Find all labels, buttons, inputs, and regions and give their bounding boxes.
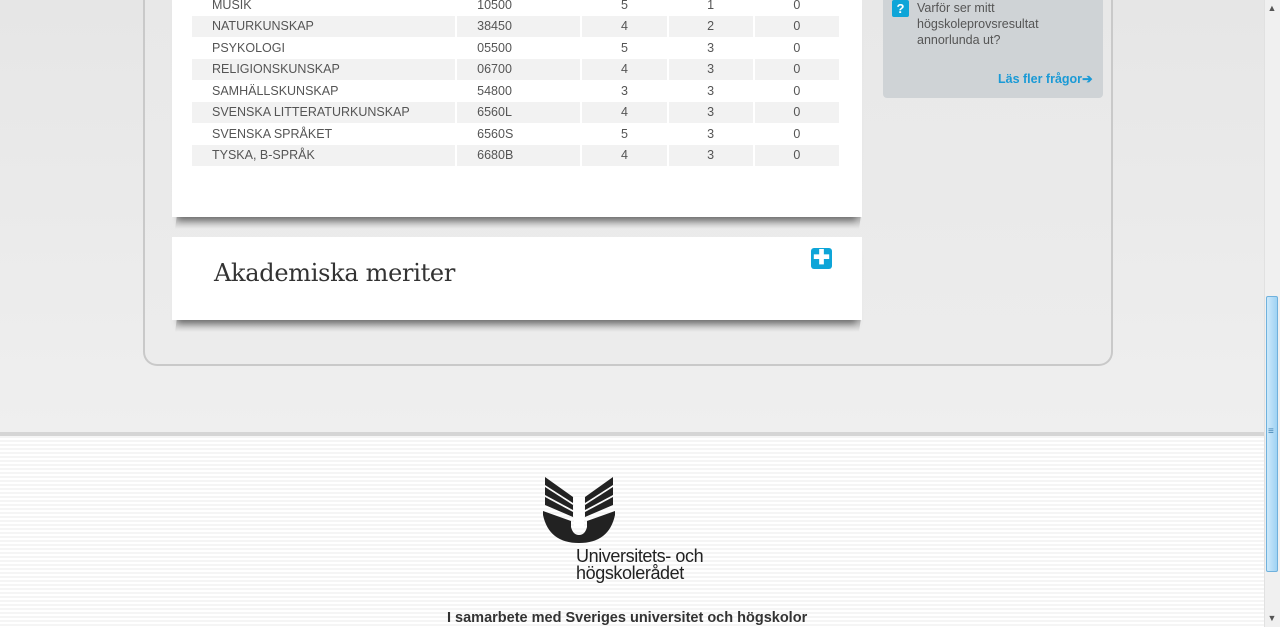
plus-icon[interactable]: ✚ <box>811 248 832 269</box>
more-questions-link[interactable]: Läs fler frågor➔ <box>998 71 1093 86</box>
value-cell: 0 <box>753 37 842 59</box>
code-cell: 6560S <box>456 123 583 145</box>
value-cell: 0 <box>753 0 842 16</box>
value-cell: 5 <box>581 123 669 145</box>
subject-cell: SVENSKA LITTERATURKUNSKAP <box>192 101 458 123</box>
faq-question-link[interactable]: Varför ser mitt högskoleprovsresultat an… <box>917 0 1067 48</box>
value-cell: 3 <box>667 58 755 80</box>
value-cell: 4 <box>581 101 669 123</box>
table-row: SVENSKA LITTERATURKUNSKAP 6560L 4 3 0 <box>192 101 842 123</box>
code-cell: 05500 <box>456 37 583 59</box>
table-row: MUSIK 10500 5 1 0 <box>192 0 842 16</box>
table-row: SVENSKA SPRÅKET 6560S 5 3 0 <box>192 123 842 145</box>
subject-cell: NATURKUNSKAP <box>192 15 458 37</box>
scroll-down-icon[interactable]: ▼ <box>1264 610 1280 626</box>
uhr-logo-text: Universitets- och högskolerådet <box>576 547 704 583</box>
subject-cell: MUSIK <box>192 0 458 16</box>
value-cell: 0 <box>753 15 842 37</box>
footer <box>0 432 1264 627</box>
subject-cell: TYSKA, B-SPRÅK <box>192 144 458 166</box>
table-row: NATURKUNSKAP 38450 4 2 0 <box>192 15 842 37</box>
value-cell: 0 <box>753 101 842 123</box>
scroll-up-icon[interactable]: ▲ <box>1264 0 1280 16</box>
subject-cell: RELIGIONSKUNSKAP <box>192 58 458 80</box>
value-cell: 3 <box>667 80 755 102</box>
value-cell: 3 <box>667 101 755 123</box>
code-cell: 6680B <box>456 144 583 166</box>
table-row: RELIGIONSKUNSKAP 06700 4 3 0 <box>192 58 842 80</box>
value-cell: 4 <box>581 144 669 166</box>
value-cell: 5 <box>581 37 669 59</box>
scroll-grip-icon: ≡ <box>1268 426 1274 437</box>
code-cell: 6560L <box>456 101 583 123</box>
value-cell: 3 <box>667 123 755 145</box>
value-cell: 4 <box>581 58 669 80</box>
value-cell: 2 <box>667 15 755 37</box>
question-icon: ? <box>892 0 909 17</box>
code-cell: 06700 <box>456 58 583 80</box>
value-cell: 3 <box>581 80 669 102</box>
subject-cell: PSYKOLOGI <box>192 37 458 59</box>
table-row: PSYKOLOGI 05500 5 3 0 <box>192 37 842 59</box>
more-questions-label: Läs fler frågor <box>998 72 1083 86</box>
arrow-right-icon: ➔ <box>1082 72 1093 86</box>
logo-line2: högskolerådet <box>576 563 684 583</box>
meriter-panel-shadow <box>175 318 861 332</box>
code-cell: 54800 <box>456 80 583 102</box>
value-cell: 5 <box>581 0 669 16</box>
value-cell: 3 <box>667 144 755 166</box>
value-cell: 0 <box>753 58 842 80</box>
value-cell: 0 <box>753 80 842 102</box>
code-cell: 38450 <box>456 15 583 37</box>
value-cell: 3 <box>667 37 755 59</box>
value-cell: 0 <box>753 144 842 166</box>
uhr-logo-icon <box>543 477 615 543</box>
table-row: SAMHÄLLSKUNSKAP 54800 3 3 0 <box>192 80 842 102</box>
grades-panel-shadow <box>175 215 861 229</box>
table-row: TYSKA, B-SPRÅK 6680B 4 3 0 <box>192 144 842 166</box>
value-cell: 0 <box>753 123 842 145</box>
subject-cell: SAMHÄLLSKUNSKAP <box>192 80 458 102</box>
footer-tagline: I samarbete med Sveriges universitet och… <box>447 610 808 626</box>
meriter-title: Akademiska meriter <box>214 259 456 287</box>
code-cell: 10500 <box>456 0 583 16</box>
value-cell: 1 <box>667 0 755 16</box>
grades-table: MUSIK 10500 5 1 0 NATURKUNSKAP 38450 4 2 0 PSYKOLO… <box>192 0 842 166</box>
subject-cell: SVENSKA SPRÅKET <box>192 123 458 145</box>
value-cell: 4 <box>581 15 669 37</box>
